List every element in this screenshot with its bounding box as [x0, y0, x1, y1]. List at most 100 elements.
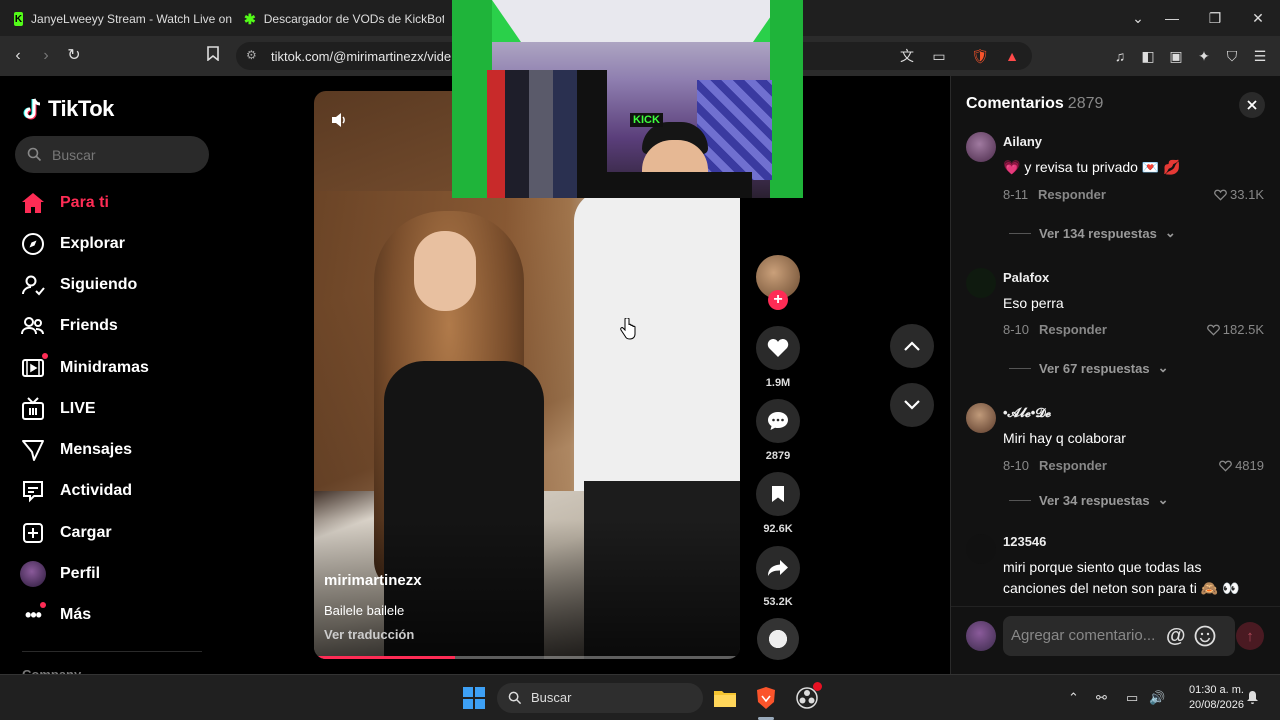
previous-video-button[interactable] — [890, 324, 934, 368]
notification-dot — [42, 353, 48, 359]
pip-scene — [492, 0, 782, 42]
comment-like-button[interactable]: 4819 — [1219, 458, 1264, 473]
sidebar-toggle-icon[interactable]: ◧ — [1138, 46, 1158, 66]
obs-icon[interactable] — [794, 682, 822, 711]
site-settings-icon[interactable]: ⚙ — [246, 48, 257, 62]
heart-outline-icon — [1206, 324, 1220, 336]
tab-kick-stream[interactable]: K JanyeLweeyy Stream - Watch Live on — [14, 6, 232, 32]
comment-date: 8-11 — [1003, 187, 1029, 202]
translate-link[interactable]: Ver traducción — [324, 627, 414, 642]
emoji-icon[interactable] — [1194, 625, 1216, 652]
comment-like-button[interactable]: 182.5K — [1206, 322, 1264, 337]
share-arrow-icon — [768, 560, 788, 576]
close-comments-button[interactable] — [1239, 92, 1265, 118]
kick-sign: KICK — [630, 113, 663, 127]
back-arrow-icon[interactable]: ‹ — [8, 46, 28, 66]
current-user-avatar — [966, 621, 996, 651]
like-button[interactable] — [756, 326, 800, 370]
sidebar-item-cargar[interactable]: Cargar — [20, 520, 112, 546]
video-caption: Bailele bailele — [324, 603, 405, 618]
network-icon[interactable]: ⚯ — [1096, 690, 1107, 706]
mention-icon[interactable]: @ — [1166, 625, 1186, 648]
comment-avatar[interactable] — [966, 403, 996, 433]
reload-icon[interactable]: ↻ — [64, 46, 84, 66]
tab-kickbot[interactable]: ✱ Descargador de VODs de KickBot — [244, 6, 444, 32]
notification-bell-icon[interactable] — [1246, 690, 1259, 707]
media-icon[interactable]: ♫ — [1110, 46, 1130, 66]
maximize-button[interactable]: ❐ — [1205, 8, 1225, 28]
comment-avatar[interactable] — [966, 268, 996, 298]
reply-button[interactable]: Responder — [1039, 458, 1107, 473]
stream-pip-overlay[interactable]: KICK — [452, 0, 803, 198]
search-icon — [508, 691, 522, 705]
view-replies-button[interactable]: Ver 34 respuestas ⌄ — [1009, 492, 1168, 508]
video-progress-fill — [314, 656, 455, 659]
sidebar-item-siguiendo[interactable]: Siguiendo — [20, 272, 137, 298]
minimize-button[interactable]: — — [1162, 8, 1182, 28]
search-input[interactable]: Buscar — [15, 136, 209, 173]
comment-button[interactable] — [756, 399, 800, 443]
comment-avatar[interactable] — [966, 534, 996, 564]
save-button[interactable] — [756, 472, 800, 516]
display-icon[interactable]: ▭ — [1126, 690, 1138, 706]
sidebar-item-minidramas[interactable]: Minidramas — [20, 353, 149, 381]
compass-icon — [20, 231, 46, 257]
volume-icon[interactable]: 🔊 — [1149, 690, 1165, 706]
translate-icon[interactable]: 文 — [897, 46, 917, 66]
comment-username[interactable]: Palafox — [1003, 270, 1049, 285]
sidebar-item-label: Actividad — [60, 482, 133, 499]
close-window-button[interactable]: ✕ — [1248, 8, 1268, 28]
comment-date: 8-10 — [1003, 458, 1030, 473]
leo-ai-icon[interactable]: ✦ — [1194, 46, 1214, 66]
sidebar-item-perfil[interactable]: Perfil — [20, 561, 100, 587]
reply-button[interactable]: Responder — [1038, 187, 1106, 202]
comment-username[interactable]: •𝓐𝓵𝓮•𝓓𝓮 — [1003, 405, 1051, 421]
windows-taskbar: Buscar ⌃ ⚯ ▭ 🔊 01:30 a. m. 20/08/2026 — [0, 674, 1280, 720]
share-button[interactable] — [756, 546, 800, 590]
forward-arrow-icon[interactable]: › — [36, 46, 56, 66]
cast-icon[interactable]: ▭ — [929, 46, 949, 66]
next-video-button[interactable] — [890, 383, 934, 427]
view-replies-button[interactable]: Ver 134 respuestas ⌄ — [1009, 225, 1176, 241]
view-replies-button[interactable]: Ver 67 respuestas ⌄ — [1009, 360, 1168, 376]
comment-username[interactable]: Ailany — [1003, 134, 1042, 149]
comment-input[interactable]: Agregar comentario... @ — [1003, 616, 1235, 656]
comment-username[interactable]: 123546 — [1003, 534, 1046, 549]
bookmark-icon[interactable] — [203, 46, 223, 66]
video-progress-bar[interactable] — [314, 656, 740, 659]
menu-icon[interactable]: ☰ — [1250, 46, 1270, 66]
reply-button[interactable]: Responder — [1039, 322, 1107, 337]
volume-icon[interactable] — [330, 111, 348, 134]
taskbar-clock[interactable]: 01:30 a. m. 20/08/2026 — [1178, 683, 1244, 713]
profile-avatar — [20, 561, 46, 587]
windows-start-icon[interactable] — [461, 685, 487, 711]
sidebar-item-label: Para ti — [60, 194, 109, 211]
tab-list-chevron-icon[interactable]: ⌄ — [1128, 8, 1148, 28]
sidebar-item-friends[interactable]: Friends — [20, 313, 118, 339]
follow-button[interactable]: + — [768, 290, 788, 310]
bookmark-icon — [772, 486, 784, 502]
brave-rewards-icon[interactable]: ▲ — [1002, 46, 1022, 66]
chevron-up-icon[interactable]: ⌃ — [1068, 690, 1079, 706]
comment-avatar[interactable] — [966, 132, 996, 162]
taskbar-search[interactable]: Buscar — [497, 683, 703, 713]
sidebar-item-live[interactable]: LIVE — [20, 396, 96, 422]
music-disc[interactable] — [757, 618, 799, 660]
wallet-icon[interactable]: ▣ — [1166, 46, 1186, 66]
search-placeholder: Buscar — [52, 147, 96, 163]
sidebar-item-label: Explorar — [60, 235, 125, 252]
sidebar-item-mas[interactable]: ••• Más — [20, 602, 91, 628]
send-comment-button[interactable]: ↑ — [1236, 622, 1264, 650]
sidebar-item-explorar[interactable]: Explorar — [20, 231, 125, 257]
sidebar-item-mensajes[interactable]: Mensajes — [20, 437, 132, 463]
share-count: 53.2K — [763, 596, 793, 608]
sidebar-item-actividad[interactable]: Actividad — [20, 478, 132, 504]
tiktok-logo[interactable]: TikTok — [22, 96, 114, 122]
brave-shields-icon[interactable]: 🛡 — [970, 46, 990, 66]
sidebar-item-para-ti[interactable]: Para ti — [20, 190, 109, 216]
vpn-icon[interactable]: ⛉ — [1222, 46, 1242, 66]
brave-browser-icon[interactable] — [753, 685, 779, 711]
file-explorer-icon[interactable] — [712, 685, 738, 711]
comment-like-button[interactable]: 33.1K — [1214, 187, 1264, 202]
video-author[interactable]: mirimartinezx — [324, 572, 422, 589]
